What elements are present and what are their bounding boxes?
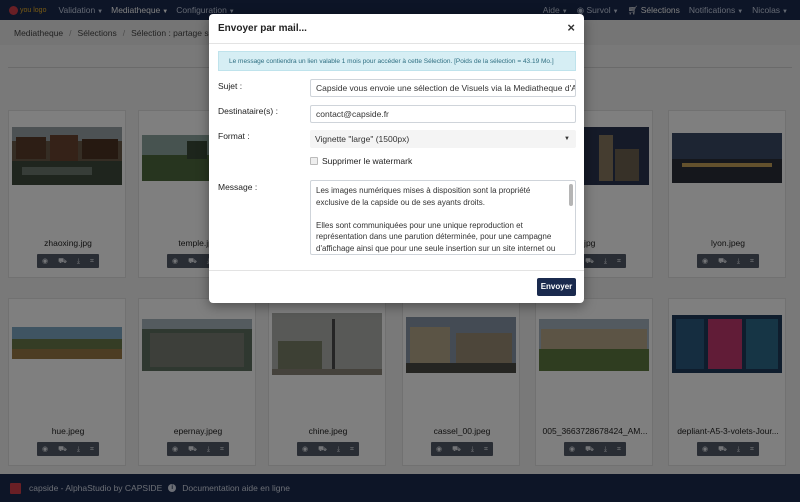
subject-input[interactable]: Capside vous envoie une sélection de Vis…	[310, 79, 576, 97]
info-alert: Le message contiendra un lien valable 1 …	[218, 51, 576, 71]
recipients-label: Destinataire(s) :	[218, 106, 278, 116]
format-select[interactable]: Vignette "large" (1500px) ▼	[310, 130, 576, 148]
watermark-label: Supprimer le watermark	[322, 156, 413, 166]
watermark-checkbox[interactable]	[310, 157, 318, 165]
send-button[interactable]: Envoyer	[537, 278, 576, 296]
message-paragraph: Les images numériques mises à dispositio…	[316, 186, 531, 207]
format-label: Format :	[218, 131, 250, 141]
watermark-checkbox-row[interactable]: Supprimer le watermark	[310, 156, 412, 166]
subject-label: Sujet :	[218, 81, 243, 91]
modal-footer-divider	[209, 270, 584, 271]
modal-title: Envoyer par mail...	[218, 23, 307, 34]
modal-header: Envoyer par mail... ×	[209, 14, 584, 44]
chevron-down-icon: ▼	[564, 136, 570, 142]
textarea-scrollbar[interactable]	[569, 184, 573, 206]
close-icon[interactable]: ×	[567, 20, 575, 35]
message-label: Message :	[218, 182, 258, 192]
send-mail-modal: Envoyer par mail... × Le message contien…	[209, 14, 584, 303]
recipients-input[interactable]: contact@capside.fr	[310, 105, 576, 123]
format-select-value: Vignette "large" (1500px)	[315, 134, 410, 144]
message-textarea[interactable]: Les images numériques mises à dispositio…	[310, 180, 576, 255]
message-paragraph: Elles sont communiquées pour une unique …	[316, 220, 556, 253]
